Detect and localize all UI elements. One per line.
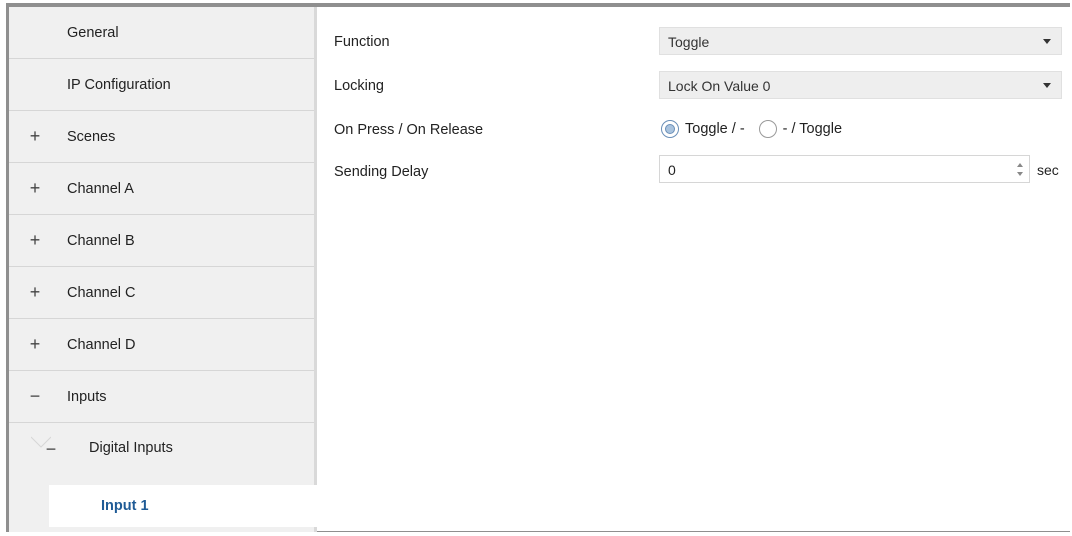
sending-delay-label: Sending Delay bbox=[334, 164, 429, 180]
sidebar-item-scenes[interactable]: + Scenes bbox=[9, 111, 314, 163]
sidebar-item-channel-b[interactable]: + Channel B bbox=[9, 215, 314, 267]
plus-icon[interactable]: + bbox=[27, 230, 43, 251]
radio-none-toggle[interactable] bbox=[758, 120, 777, 138]
sidebar-item-channel-d[interactable]: + Channel D bbox=[9, 319, 314, 371]
minus-icon[interactable]: − bbox=[27, 386, 43, 407]
sidebar-item-label: Channel A bbox=[67, 180, 134, 197]
radio-selected-dot bbox=[665, 124, 675, 134]
sidebar-item-label: Digital Inputs bbox=[89, 440, 173, 456]
app-window: General IP Configuration + Scenes + Chan… bbox=[6, 3, 1070, 532]
minus-icon[interactable]: − bbox=[43, 439, 59, 460]
sidebar-item-label: Inputs bbox=[67, 388, 107, 405]
sidebar-item-label: Channel C bbox=[67, 284, 136, 301]
plus-icon[interactable]: + bbox=[27, 334, 43, 355]
radio-toggle-none-label[interactable]: Toggle / - bbox=[685, 121, 745, 137]
sending-delay-unit: sec bbox=[1037, 162, 1059, 178]
plus-icon[interactable]: + bbox=[27, 282, 43, 303]
sidebar-item-ip-configuration[interactable]: IP Configuration bbox=[9, 59, 314, 111]
sidebar-item-label: Scenes bbox=[67, 128, 116, 145]
caret-down-icon bbox=[1043, 39, 1051, 44]
spin-down-icon[interactable] bbox=[1017, 172, 1023, 176]
sidebar-item-label: General bbox=[67, 24, 119, 41]
sidebar-item-inputs[interactable]: − Inputs bbox=[9, 371, 314, 423]
radio-none-toggle-label[interactable]: - / Toggle bbox=[783, 121, 842, 137]
function-label: Function bbox=[334, 34, 390, 50]
locking-select-value: Lock On Value 0 bbox=[668, 78, 771, 94]
parameter-panel: Function Toggle Locking Lock On Value 0 … bbox=[334, 7, 1070, 532]
sidebar-item-channel-a[interactable]: + Channel A bbox=[9, 163, 314, 215]
plus-icon[interactable]: + bbox=[27, 178, 43, 199]
sidebar: General IP Configuration + Scenes + Chan… bbox=[9, 7, 319, 532]
plus-icon[interactable]: + bbox=[27, 126, 43, 147]
locking-select[interactable]: Lock On Value 0 bbox=[659, 71, 1062, 99]
locking-label: Locking bbox=[334, 78, 384, 94]
sidebar-item-input-1[interactable]: Input 1 bbox=[49, 485, 319, 527]
sidebar-item-digital-inputs[interactable]: − Digital Inputs bbox=[9, 423, 314, 478]
sidebar-item-label: IP Configuration bbox=[67, 76, 171, 93]
sidebar-item-label: Channel B bbox=[67, 232, 135, 249]
sending-delay-input[interactable]: 0 bbox=[659, 155, 1030, 183]
press-release-label: On Press / On Release bbox=[334, 122, 484, 138]
press-release-radio-group: Toggle / - - / Toggle bbox=[661, 118, 856, 140]
sidebar-item-label: Input 1 bbox=[101, 498, 149, 514]
sidebar-item-channel-c[interactable]: + Channel C bbox=[9, 267, 314, 319]
caret-down-icon bbox=[1043, 83, 1051, 88]
sidebar-item-label: Channel D bbox=[67, 336, 136, 353]
radio-toggle-none[interactable] bbox=[661, 120, 679, 138]
sending-delay-value: 0 bbox=[668, 162, 676, 178]
function-select[interactable]: Toggle bbox=[659, 27, 1062, 55]
sidebar-item-general[interactable]: General bbox=[9, 7, 314, 59]
function-select-value: Toggle bbox=[668, 34, 710, 50]
spin-up-icon[interactable] bbox=[1017, 163, 1023, 167]
